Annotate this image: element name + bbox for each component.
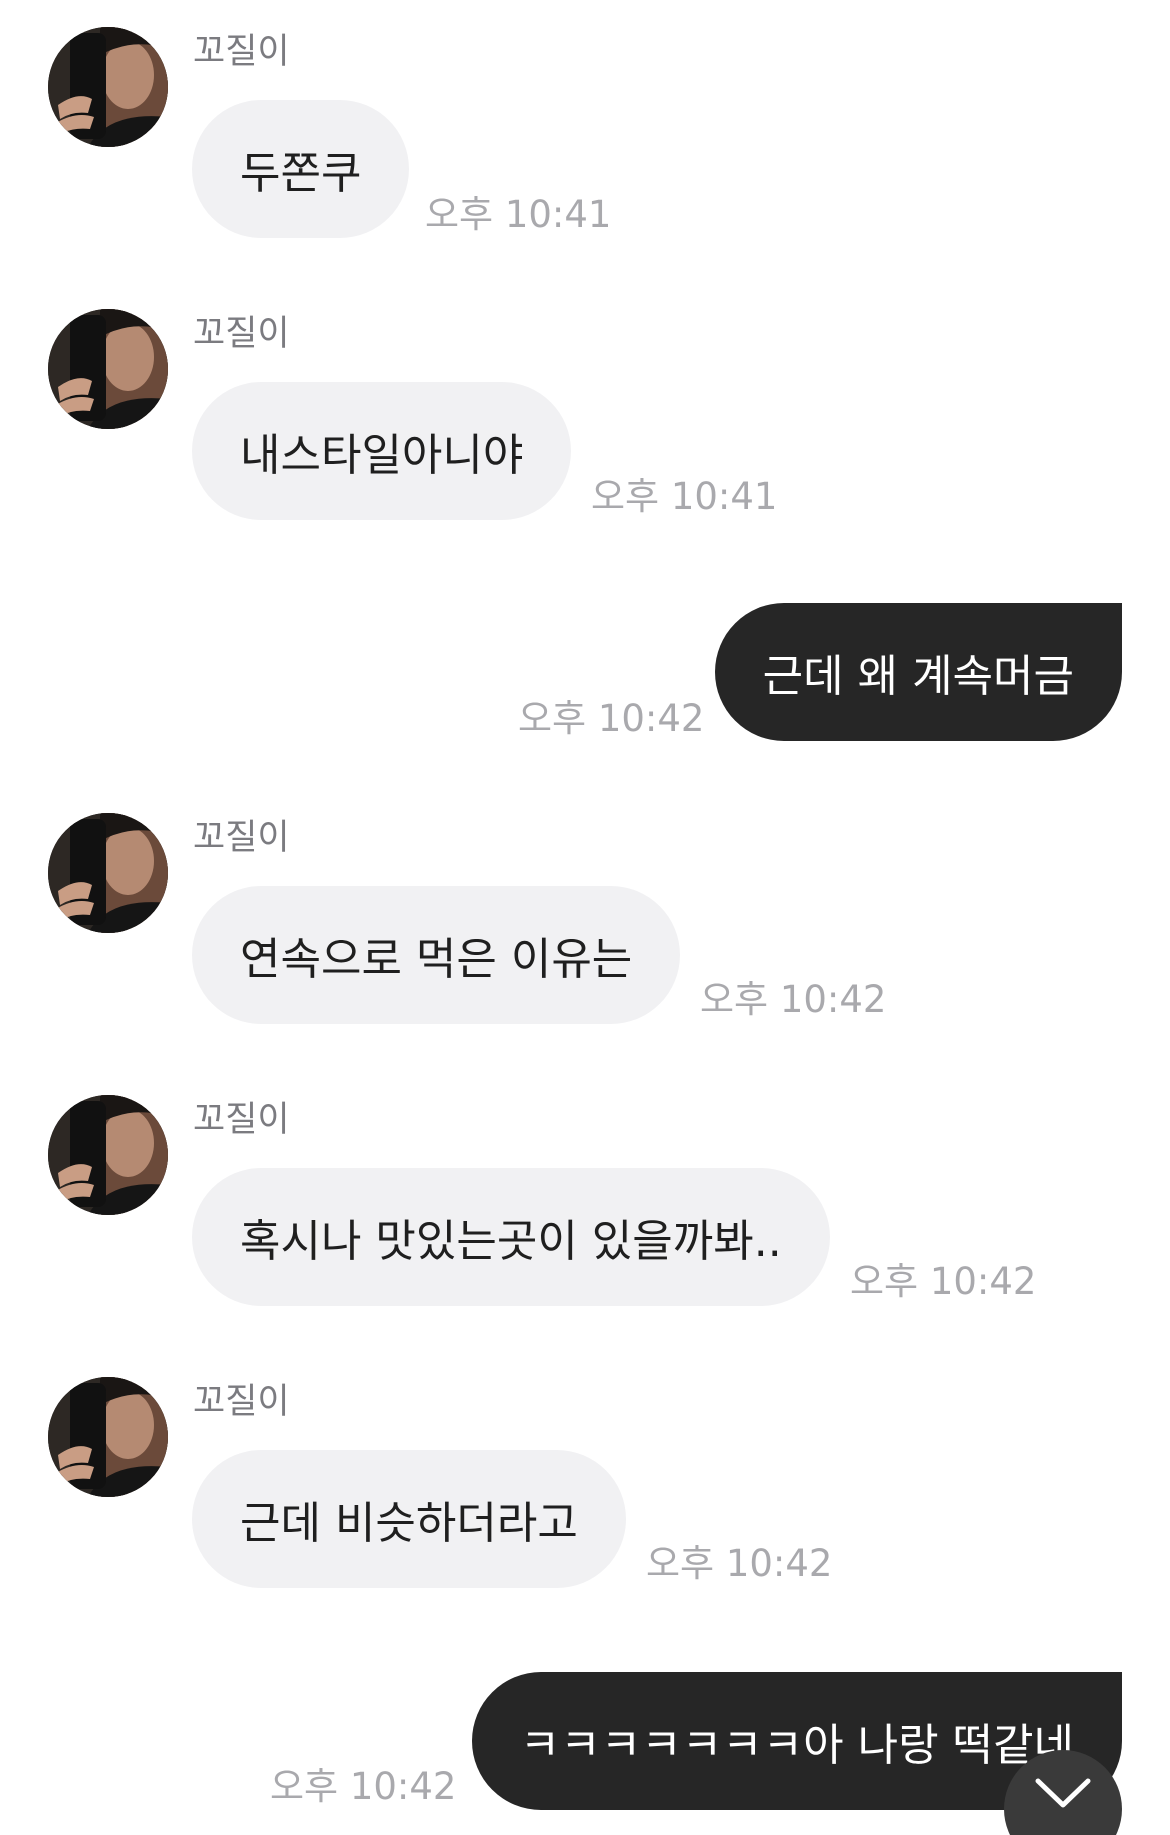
contact-avatar[interactable]	[48, 813, 168, 933]
message-timestamp: 오후 10:41	[591, 475, 778, 518]
contact-avatar[interactable]	[48, 1377, 168, 1497]
avatar-photo-icon	[48, 813, 168, 933]
message-timestamp: 오후 10:42	[270, 1765, 457, 1808]
message-timestamp: 오후 10:42	[518, 697, 705, 740]
sender-name: 꼬질이	[193, 314, 290, 354]
sender-name: 꼬질이	[193, 818, 290, 858]
message-timestamp: 오후 10:42	[646, 1542, 833, 1585]
message-timestamp: 오후 10:42	[700, 978, 887, 1021]
message-bubble-incoming[interactable]: 내스타일아니야	[192, 382, 572, 520]
chat-thread[interactable]: 꼬질이 두쫀쿠 오후 10:41 꼬질이 내스타일아니야 오후 10:41 근데…	[0, 0, 1170, 1835]
message-bubble-outgoing[interactable]: 근데 왜 계속머금	[714, 603, 1122, 741]
sender-name: 꼬질이	[193, 1382, 290, 1422]
message-bubble-incoming[interactable]: 근데 비슷하더라고	[192, 1450, 626, 1588]
message-timestamp: 오후 10:42	[850, 1260, 1037, 1303]
avatar-photo-icon	[48, 1377, 168, 1497]
message-bubble-incoming[interactable]: 두쫀쿠	[192, 100, 410, 238]
message-bubble-incoming[interactable]: 연속으로 먹은 이유는	[192, 886, 681, 1024]
contact-avatar[interactable]	[48, 27, 168, 147]
chevron-down-icon	[1035, 1778, 1091, 1808]
message-bubble-incoming[interactable]: 혹시나 맛있는곳이 있을까봐..	[192, 1168, 830, 1306]
contact-avatar[interactable]	[48, 1095, 168, 1215]
avatar-photo-icon	[48, 27, 168, 147]
avatar-photo-icon	[48, 309, 168, 429]
sender-name: 꼬질이	[193, 1100, 290, 1140]
contact-avatar[interactable]	[48, 309, 168, 429]
avatar-photo-icon	[48, 1095, 168, 1215]
message-timestamp: 오후 10:41	[425, 193, 612, 236]
sender-name: 꼬질이	[193, 32, 290, 72]
